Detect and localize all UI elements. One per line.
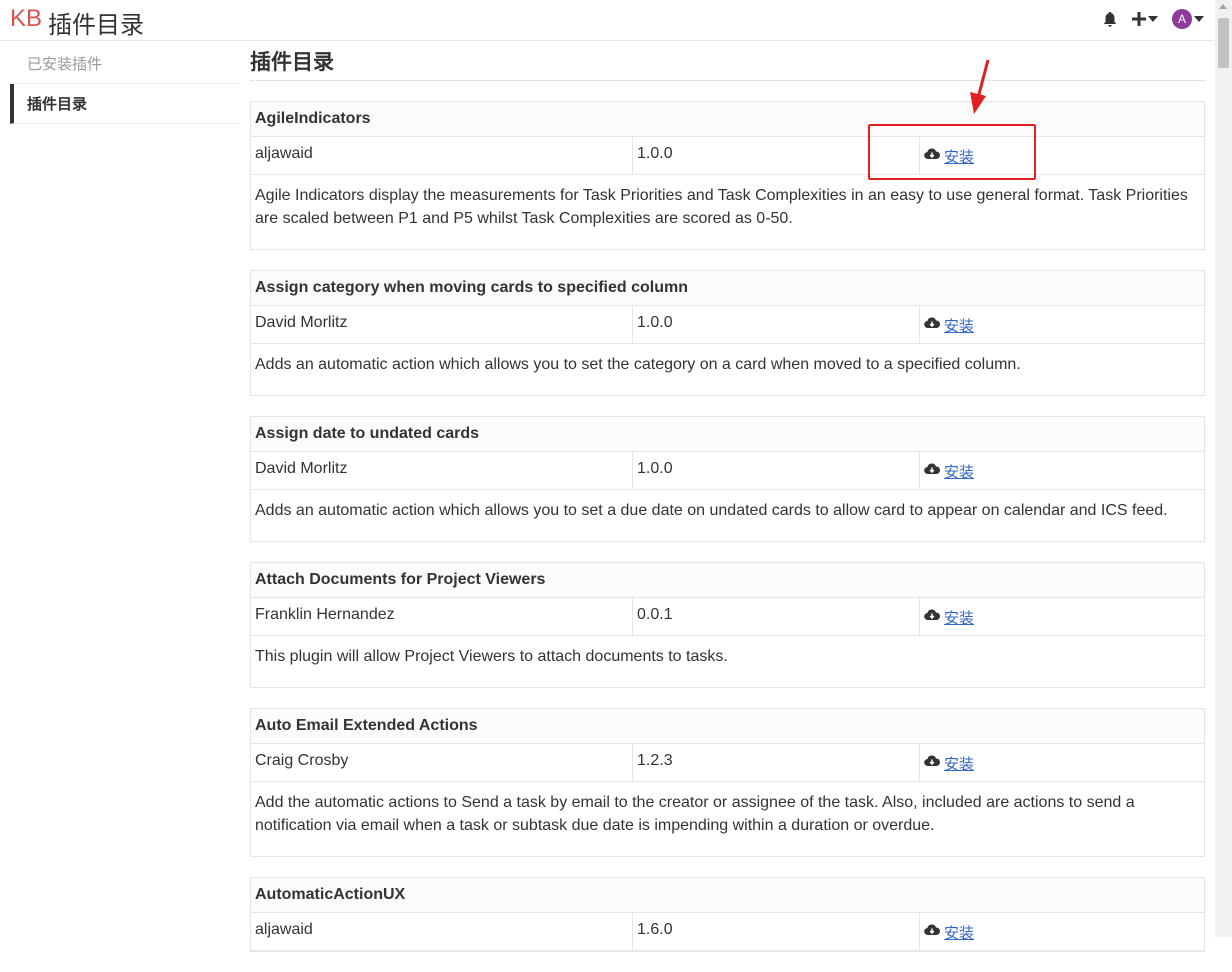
plugin-card: AutomaticActionUX aljawaid 1.6.0 安装 (250, 877, 1205, 952)
sidebar-item-plugin-directory[interactable]: 插件目录 (10, 84, 240, 124)
plugin-name: AutomaticActionUX (251, 878, 1204, 913)
plugin-version: 1.0.0 (633, 452, 920, 489)
plugin-install-cell: 安装 (920, 744, 1204, 781)
plugin-name: Auto Email Extended Actions (251, 709, 1204, 744)
notifications-bell-icon[interactable] (1102, 11, 1118, 28)
scroll-up-arrow-icon[interactable] (1219, 4, 1227, 9)
header-actions: A (1102, 9, 1204, 29)
plugin-description: Adds an automatic action which allows yo… (255, 502, 1168, 519)
plugin-list: AgileIndicators aljawaid 1.0.0 安装 Agile Indi… (250, 101, 1205, 952)
plugin-name: Assign category when moving cards to spe… (251, 271, 1204, 306)
plugin-card: AgileIndicators aljawaid 1.0.0 安装 Agile Indi… (250, 101, 1205, 250)
add-menu-dropdown[interactable] (1132, 12, 1158, 26)
cloud-download-icon (924, 754, 941, 773)
main-content: 插件目录 AgileIndicators aljawaid 1.0.0 安装 Agile… (250, 46, 1205, 972)
plugin-author: David Morlitz (251, 306, 633, 343)
plugin-info-row: aljawaid 1.6.0 安装 (251, 913, 1204, 951)
red-arrow-annotation (970, 59, 990, 114)
plugin-card: Attach Documents for Project Viewers Fran… (250, 562, 1205, 688)
cloud-download-icon (924, 462, 941, 481)
plugin-install-cell: 安装 (920, 452, 1204, 489)
install-link[interactable]: 安装 (944, 607, 974, 628)
header-title: 插件目录 (48, 12, 144, 39)
install-link[interactable]: 安装 (944, 315, 974, 336)
plugin-card: Assign date to undated cards David Morlit… (250, 416, 1205, 542)
plugin-name: Assign date to undated cards (251, 417, 1204, 452)
kb-logo[interactable]: KB (10, 5, 42, 33)
plugin-info-row: aljawaid 1.0.0 安装 (251, 137, 1204, 175)
chevron-down-icon (1148, 16, 1158, 22)
plugin-version: 1.6.0 (633, 913, 920, 950)
plugin-info-row: Franklin Hernandez 0.0.1 安装 (251, 598, 1204, 636)
plugin-version: 1.0.0 (633, 306, 920, 343)
scrollbar-thumb[interactable] (1218, 18, 1229, 68)
plugin-description: This plugin will allow Project Viewers t… (255, 648, 728, 665)
chevron-down-icon (1194, 16, 1204, 22)
plugin-description: Agile Indicators display the measurement… (255, 187, 1188, 227)
plugin-author: aljawaid (251, 913, 633, 950)
plugin-author: Craig Crosby (251, 744, 633, 781)
top-header: KB 插件目录 A (0, 0, 1214, 41)
plugin-info-row: David Morlitz 1.0.0 安装 (251, 452, 1204, 490)
plugin-name: AgileIndicators (251, 102, 1204, 137)
user-menu-dropdown[interactable]: A (1172, 9, 1204, 29)
cloud-download-icon (924, 316, 941, 335)
plugin-info-row: David Morlitz 1.0.0 安装 (251, 306, 1204, 344)
sidebar: 已安装插件 插件目录 (10, 44, 240, 124)
plugin-description: Add the automatic actions to Send a task… (255, 794, 1135, 834)
install-link[interactable]: 安装 (944, 753, 974, 774)
plugin-author: Franklin Hernandez (251, 598, 633, 635)
avatar: A (1172, 9, 1192, 29)
plugin-card: Assign category when moving cards to spe… (250, 270, 1205, 396)
plugin-install-cell: 安装 (920, 913, 1204, 950)
page-title: 插件目录 (250, 46, 1205, 81)
plugin-author: David Morlitz (251, 452, 633, 489)
plugin-card: Auto Email Extended Actions Craig Crosby 1… (250, 708, 1205, 857)
vertical-scrollbar[interactable] (1215, 0, 1232, 937)
plugin-version: 1.2.3 (633, 744, 920, 781)
plugin-description: Adds an automatic action which allows yo… (255, 356, 1021, 373)
plus-icon (1132, 12, 1146, 26)
plugin-install-cell: 安装 (920, 598, 1204, 635)
sidebar-item-installed-plugins[interactable]: 已安装插件 (10, 44, 240, 84)
cloud-download-icon (924, 608, 941, 627)
install-link[interactable]: 安装 (944, 461, 974, 482)
plugin-install-cell: 安装 (920, 306, 1204, 343)
cloud-download-icon (924, 923, 941, 942)
plugin-info-row: Craig Crosby 1.2.3 安装 (251, 744, 1204, 782)
plugin-version: 0.0.1 (633, 598, 920, 635)
install-link[interactable]: 安装 (944, 922, 974, 943)
plugin-author: aljawaid (251, 137, 633, 174)
plugin-name: Attach Documents for Project Viewers (251, 563, 1204, 598)
install-highlight-box (868, 124, 1036, 180)
